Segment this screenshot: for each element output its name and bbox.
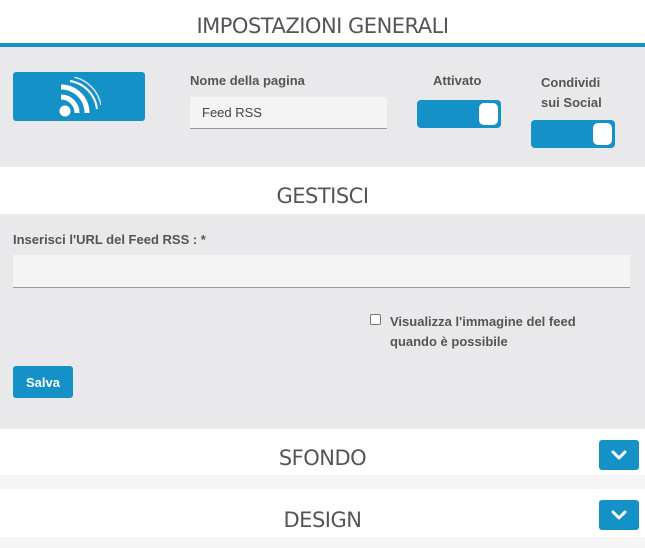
show-image-label-line1: Visualizza l'immagine del feed: [390, 314, 576, 329]
manage-title: GESTISCI: [276, 184, 369, 208]
design-section-title: DESIGN: [283, 508, 362, 532]
active-toggle[interactable]: [417, 100, 501, 128]
section-divider: [0, 475, 645, 489]
page-name-input[interactable]: [190, 97, 387, 129]
share-social-label: Condividi sui Social: [541, 73, 602, 113]
feed-url-input[interactable]: [13, 255, 630, 288]
rss-icon-button[interactable]: [13, 72, 145, 121]
feed-url-label: Inserisci l'URL del Feed RSS : *: [13, 232, 206, 247]
toggle-knob: [479, 103, 498, 125]
background-section-title: SFONDO: [278, 446, 367, 470]
page-name-label: Nome della pagina: [190, 73, 305, 88]
active-label: Attivato: [433, 73, 482, 88]
expand-background-button[interactable]: [599, 440, 639, 470]
show-feed-image-checkbox[interactable]: [370, 314, 381, 325]
save-button[interactable]: Salva: [13, 366, 73, 398]
share-social-toggle[interactable]: [531, 120, 615, 148]
share-label-line1: Condividi: [541, 75, 601, 90]
expand-design-button[interactable]: [599, 500, 639, 530]
show-feed-image-label: Visualizza l'immagine del feed quando è …: [390, 312, 576, 352]
show-image-label-line2: quando è possibile: [390, 334, 508, 349]
chevron-down-icon: [611, 450, 627, 460]
rss-icon: [59, 76, 101, 116]
chevron-down-icon: [611, 510, 627, 520]
toggle-knob: [593, 123, 612, 145]
share-label-line2: sui Social: [541, 95, 602, 110]
general-settings-title: IMPOSTAZIONI GENERALI: [196, 14, 449, 38]
section-divider: [0, 537, 645, 548]
